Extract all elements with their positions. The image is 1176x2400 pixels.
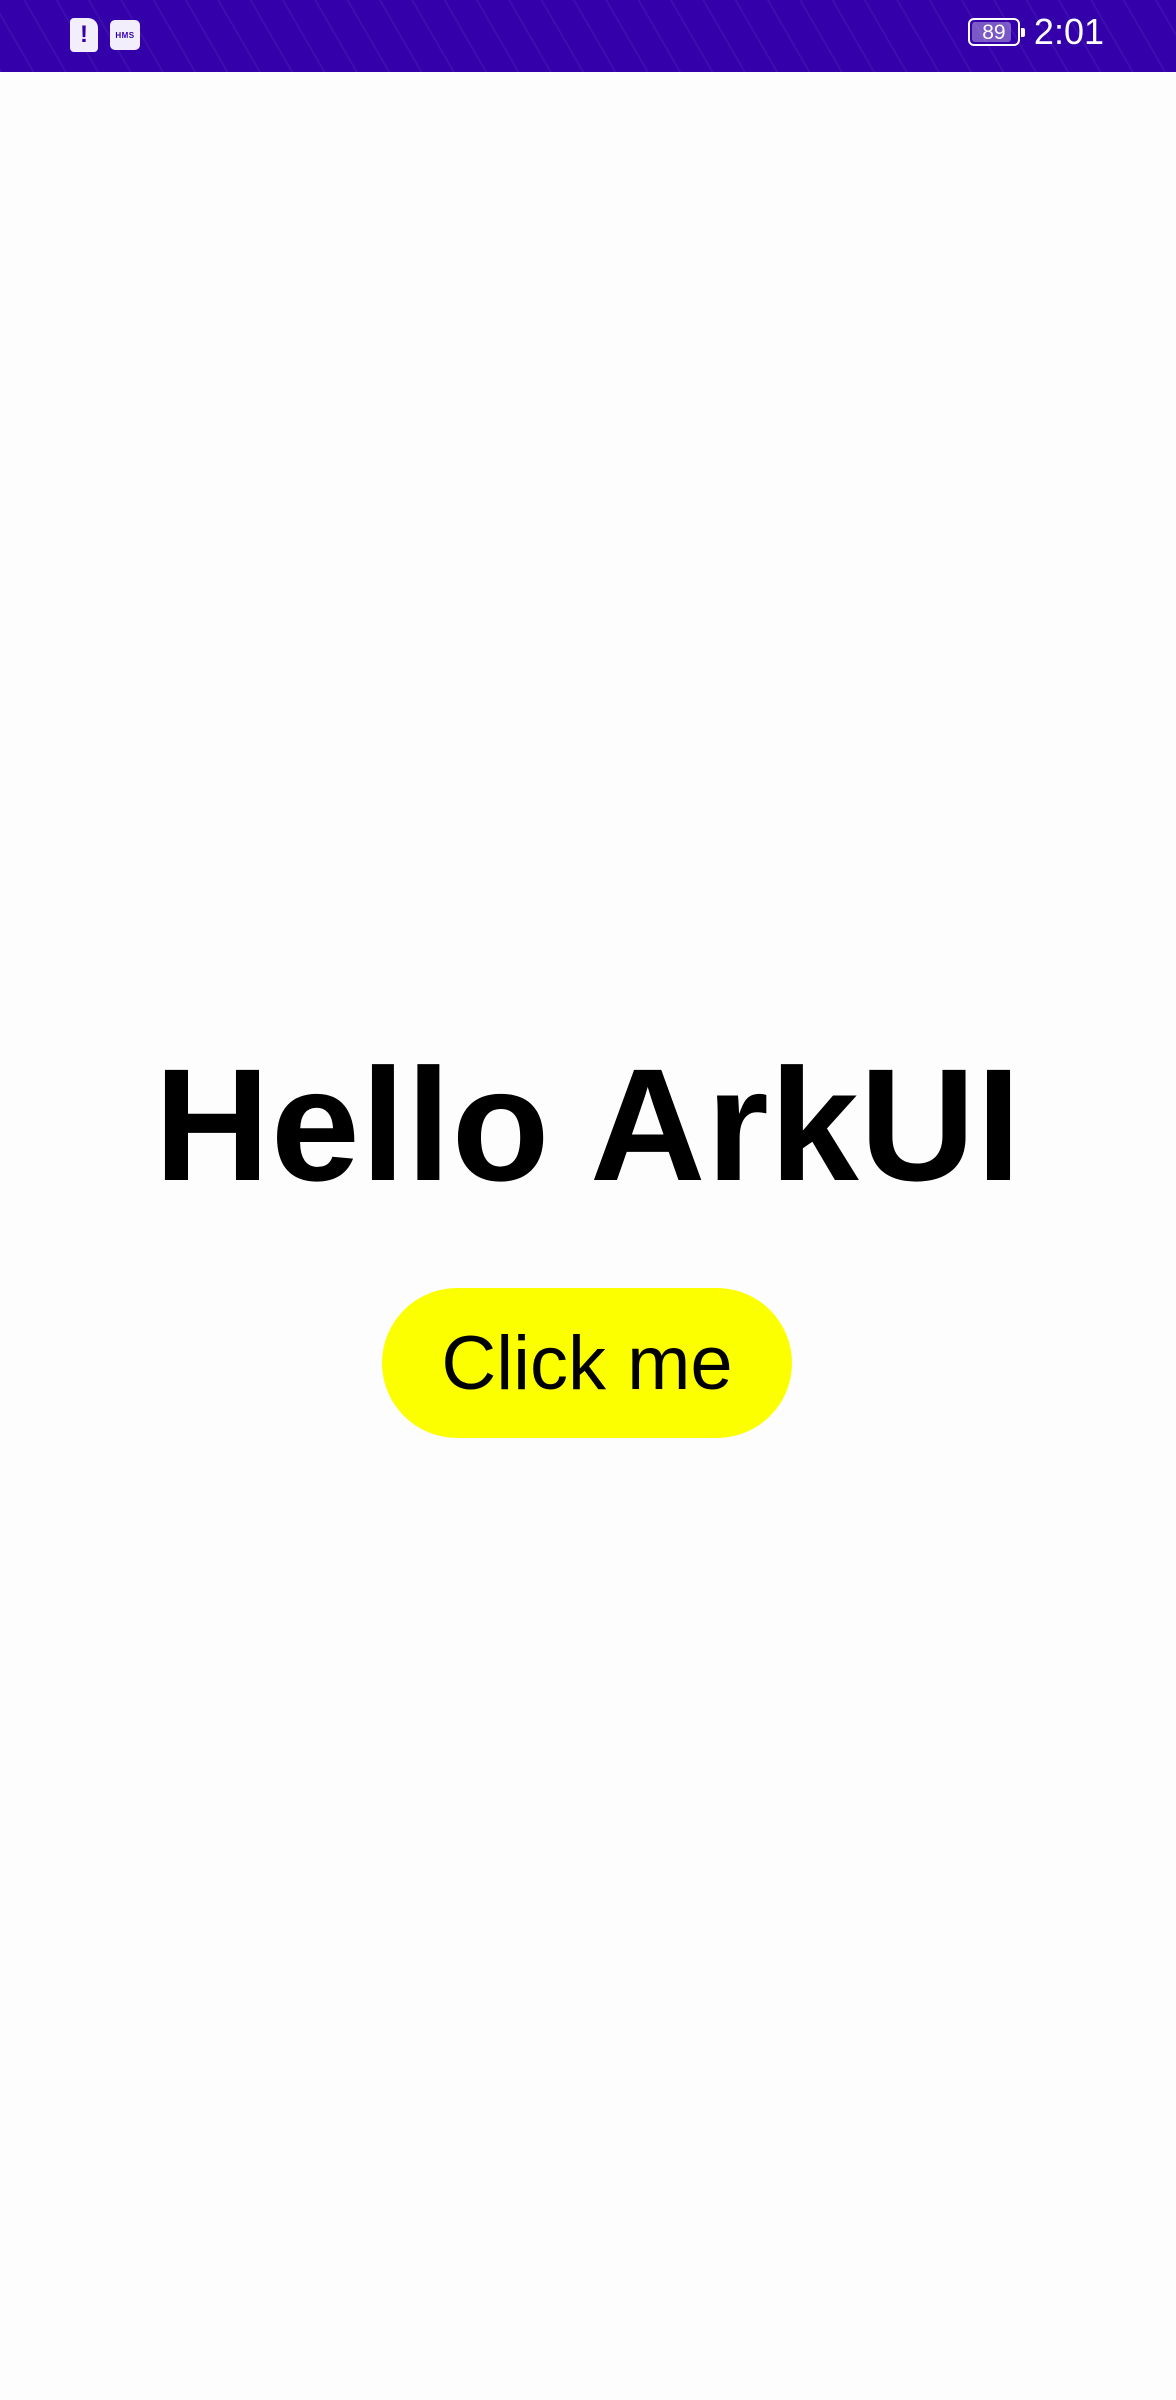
hms-icon: HMS [110, 20, 140, 50]
battery-tip [1020, 28, 1025, 37]
click-me-button-label: Click me [441, 1320, 733, 1406]
sim-alert-icon: ! [70, 18, 98, 52]
status-left-icons: ! HMS [70, 18, 140, 52]
app-screen: ! HMS 89 2:01 Hello ArkUI Click me [0, 0, 1176, 2400]
page-title: Hello ArkUI [154, 1035, 1022, 1214]
battery-level: 89 [982, 20, 1006, 44]
battery-icon: 89 [967, 18, 1025, 46]
click-me-button[interactable]: Click me [382, 1288, 792, 1438]
hms-label: HMS [115, 30, 135, 40]
status-clock: 2:01 [1033, 11, 1104, 52]
status-right-indicators: 89 2:01 [967, 11, 1104, 52]
status-bar: ! HMS 89 2:01 [0, 0, 1176, 72]
